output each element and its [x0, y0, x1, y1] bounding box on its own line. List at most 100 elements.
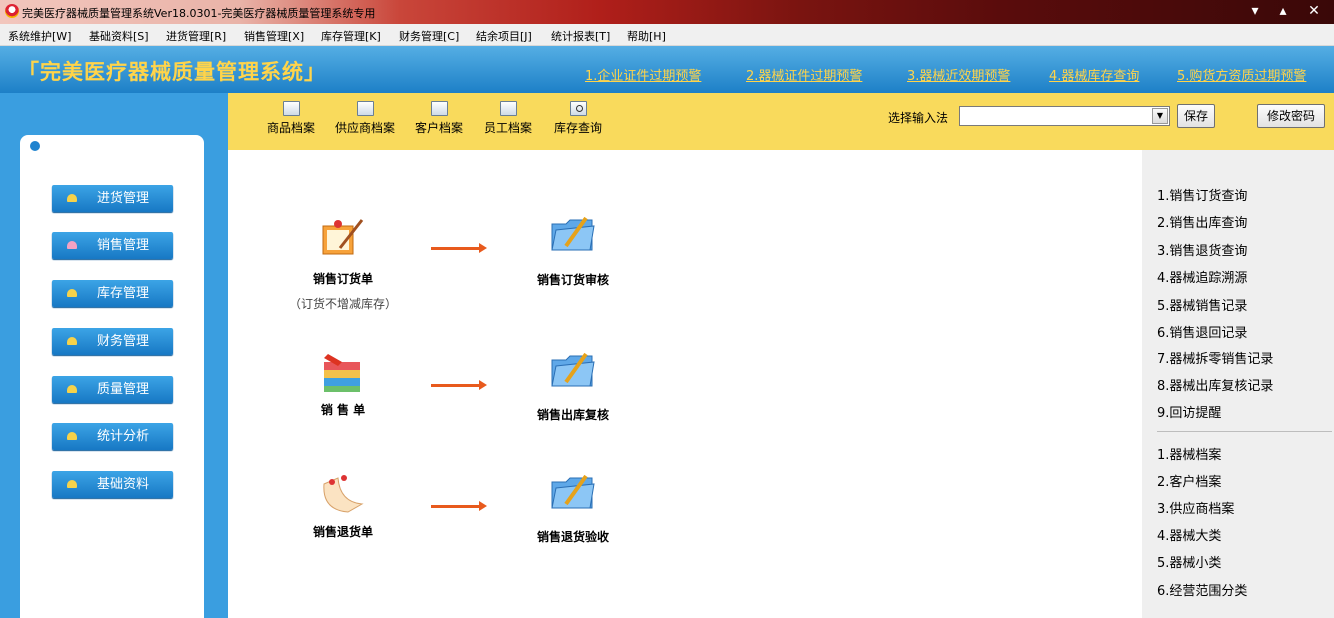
maximize-icon[interactable]: ▴	[1271, 2, 1295, 20]
minimize-icon[interactable]: ▾	[1243, 2, 1267, 20]
order-review-label[interactable]: 销售订货审核	[523, 271, 623, 288]
return-inspection-label[interactable]: 销售退货验收	[523, 528, 623, 545]
toolbar-product-archive[interactable]: 商品档案	[267, 101, 315, 136]
sidebar-item-label: 财务管理	[97, 334, 150, 349]
query-link[interactable]: 3.销售退货查询	[1157, 240, 1247, 259]
helmet-icon	[67, 241, 77, 249]
menu-system[interactable]: 系统维护[W]	[8, 28, 71, 44]
order-form-note: （订货不增减库存）	[288, 297, 397, 311]
toolbar-label: 供应商档案	[335, 121, 396, 135]
query-link[interactable]: 7.器械拆零销售记录	[1157, 348, 1273, 367]
archive-link[interactable]: 3.供应商档案	[1157, 498, 1234, 517]
order-form-label[interactable]: 销售订货单	[303, 270, 383, 287]
document-edit-icon	[499, 101, 517, 116]
sidebar-item-label: 库存管理	[97, 286, 150, 301]
toolbar-stock-query[interactable]: 库存查询	[554, 101, 602, 136]
menu-bar: 系统维护[W] 基础资料[S] 进货管理[R] 销售管理[X] 库存管理[K] …	[0, 24, 1334, 46]
sidebar-item-label: 质量管理	[97, 382, 150, 397]
outbound-review-label[interactable]: 销售出库复核	[523, 406, 623, 423]
sidebar-item-label: 基础资料	[97, 477, 150, 492]
alert-link-company-cert[interactable]: 1.企业证件过期预警	[585, 65, 701, 84]
toolbar-employee-archive[interactable]: 员工档案	[484, 101, 532, 136]
folder-check-icon[interactable]	[548, 346, 598, 392]
archive-link[interactable]: 1.器械档案	[1157, 444, 1221, 463]
chevron-down-icon[interactable]: ▼	[1152, 108, 1168, 124]
alert-link-stock-query[interactable]: 4.器械库存查询	[1049, 65, 1139, 84]
title-bar: 完美医疗器械质量管理系统Ver18.0301-完美医疗器械质量管理系统专用 ▾ …	[0, 0, 1334, 24]
workflow-area: 销售订货单 （订货不增减库存） 销售订货审核 销 售 单 销售出库复核 销售退货…	[228, 150, 1142, 618]
right-panel: 1.销售订货查询 2.销售出库查询 3.销售退货查询 4.器械追踪溯源 5.器械…	[1142, 150, 1334, 618]
window-title: 完美医疗器械质量管理系统Ver18.0301-完美医疗器械质量管理系统专用	[22, 7, 376, 20]
order-form-icon[interactable]	[318, 214, 368, 260]
menu-inventory[interactable]: 库存管理[K]	[321, 28, 381, 44]
alert-link-near-expiry[interactable]: 3.器械近效期预警	[907, 65, 1010, 84]
archive-link[interactable]: 2.客户档案	[1157, 471, 1221, 490]
toolbar-label: 客户档案	[415, 121, 464, 135]
alert-link-buyer-cert[interactable]: 5.购货方资质过期预警	[1177, 65, 1306, 84]
menu-sales[interactable]: 销售管理[X]	[244, 28, 304, 44]
document-edit-icon	[282, 101, 300, 116]
menu-basic-data[interactable]: 基础资料[S]	[89, 28, 149, 44]
folder-check-icon[interactable]	[548, 468, 598, 514]
query-link[interactable]: 9.回访提醒	[1157, 402, 1221, 421]
query-link[interactable]: 5.器械销售记录	[1157, 295, 1247, 314]
archive-link[interactable]: 4.器械大类	[1157, 525, 1221, 544]
query-link[interactable]: 4.器械追踪溯源	[1157, 267, 1247, 286]
query-link[interactable]: 8.器械出库复核记录	[1157, 375, 1273, 394]
header-band: 「完美医疗器械质量管理系统」 1.企业证件过期预警 2.器械证件过期预警 3.器…	[0, 46, 1334, 93]
bullet-dot-icon	[30, 141, 40, 151]
ime-label: 选择输入法	[888, 111, 949, 125]
app-logo-icon	[5, 4, 19, 18]
divider	[1157, 431, 1332, 432]
menu-finance[interactable]: 财务管理[C]	[399, 28, 459, 44]
helmet-icon	[67, 432, 77, 440]
flow-arrow-icon	[431, 243, 487, 253]
folder-check-icon[interactable]	[548, 210, 598, 256]
toolbar-label: 库存查询	[554, 121, 603, 135]
sidebar-item-label: 销售管理	[97, 238, 150, 253]
toolbar-supplier-archive[interactable]: 供应商档案	[335, 101, 395, 136]
helmet-icon	[67, 194, 77, 202]
sales-order-label[interactable]: 销 售 单	[303, 401, 383, 418]
toolbar-label: 商品档案	[267, 121, 316, 135]
close-icon[interactable]: ✕	[1302, 2, 1326, 20]
toolbar: 商品档案 供应商档案 客户档案 员工档案 库存查询 选择输入法 ▼ 保存 修改密…	[228, 93, 1334, 150]
sidebar-item-basic-data[interactable]: 基础资料	[52, 471, 173, 498]
menu-reports[interactable]: 统计报表[T]	[551, 28, 610, 44]
menu-balance[interactable]: 结余项目[J]	[476, 28, 532, 44]
search-document-icon	[569, 101, 587, 116]
alert-link-device-cert[interactable]: 2.器械证件过期预警	[746, 65, 862, 84]
query-link[interactable]: 2.销售出库查询	[1157, 212, 1247, 231]
sidebar-item-inventory[interactable]: 库存管理	[52, 280, 173, 307]
document-edit-icon	[430, 101, 448, 116]
sidebar-item-statistics[interactable]: 统计分析	[52, 423, 173, 450]
helmet-icon	[67, 289, 77, 297]
helmet-icon	[67, 337, 77, 345]
sidebar-item-sales[interactable]: 销售管理	[52, 232, 173, 259]
query-link[interactable]: 1.销售订货查询	[1157, 185, 1247, 204]
helmet-icon	[67, 385, 77, 393]
return-note-icon[interactable]	[318, 470, 368, 516]
archive-link[interactable]: 6.经营范围分类	[1157, 580, 1247, 599]
sales-goods-icon[interactable]	[318, 350, 368, 396]
flow-arrow-icon	[431, 380, 487, 390]
save-button[interactable]: 保存	[1177, 104, 1215, 128]
sidebar-item-quality[interactable]: 质量管理	[52, 376, 173, 403]
toolbar-label: 员工档案	[484, 121, 533, 135]
sidebar-item-label: 进货管理	[97, 191, 150, 206]
toolbar-customer-archive[interactable]: 客户档案	[415, 101, 463, 136]
flow-arrow-icon	[431, 501, 487, 511]
menu-purchase[interactable]: 进货管理[R]	[166, 28, 226, 44]
return-order-label[interactable]: 销售退货单	[303, 523, 383, 540]
sidebar-item-finance[interactable]: 财务管理	[52, 328, 173, 355]
archive-link[interactable]: 5.器械小类	[1157, 552, 1221, 571]
ime-select[interactable]: ▼	[959, 106, 1170, 126]
app-title: 「完美医疗器械质量管理系统」	[18, 59, 326, 84]
query-link[interactable]: 6.销售退回记录	[1157, 322, 1247, 341]
helmet-icon	[67, 480, 77, 488]
change-password-button[interactable]: 修改密码	[1257, 104, 1325, 128]
sidebar-item-purchase[interactable]: 进货管理	[52, 185, 173, 212]
sidebar-item-label: 统计分析	[97, 429, 150, 444]
document-edit-icon	[356, 101, 374, 116]
menu-help[interactable]: 帮助[H]	[627, 28, 666, 44]
